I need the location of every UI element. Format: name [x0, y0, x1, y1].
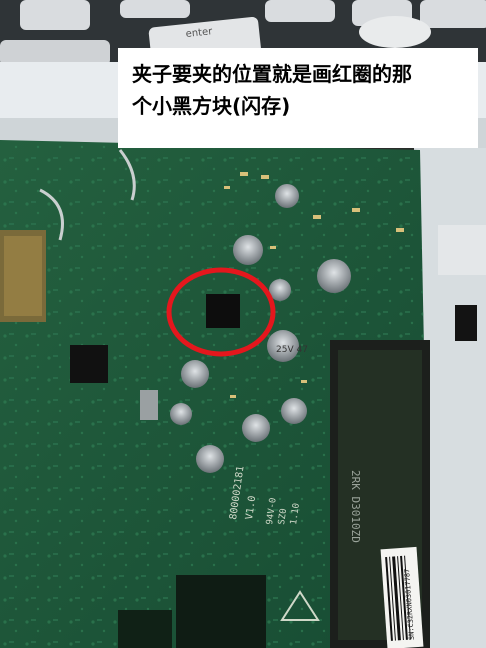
- pcb: 2RK D3010ZD SN:C32RXN03017787 800002181 …: [0, 140, 486, 648]
- caption-line-2: 个小黑方块(闪存): [132, 94, 291, 118]
- flash-chip: [206, 294, 240, 328]
- caption-box: 夹子要夹的位置就是画红圈的那 个小黑方块(闪存): [118, 48, 478, 148]
- caption-line-1: 夹子要夹的位置就是画红圈的那: [132, 62, 412, 86]
- barcode-sticker: SN:C32RXN03017787: [380, 546, 424, 648]
- ram-label: 2RK D3010ZD: [349, 470, 362, 543]
- capacitor-marking: 25V 47: [276, 345, 308, 355]
